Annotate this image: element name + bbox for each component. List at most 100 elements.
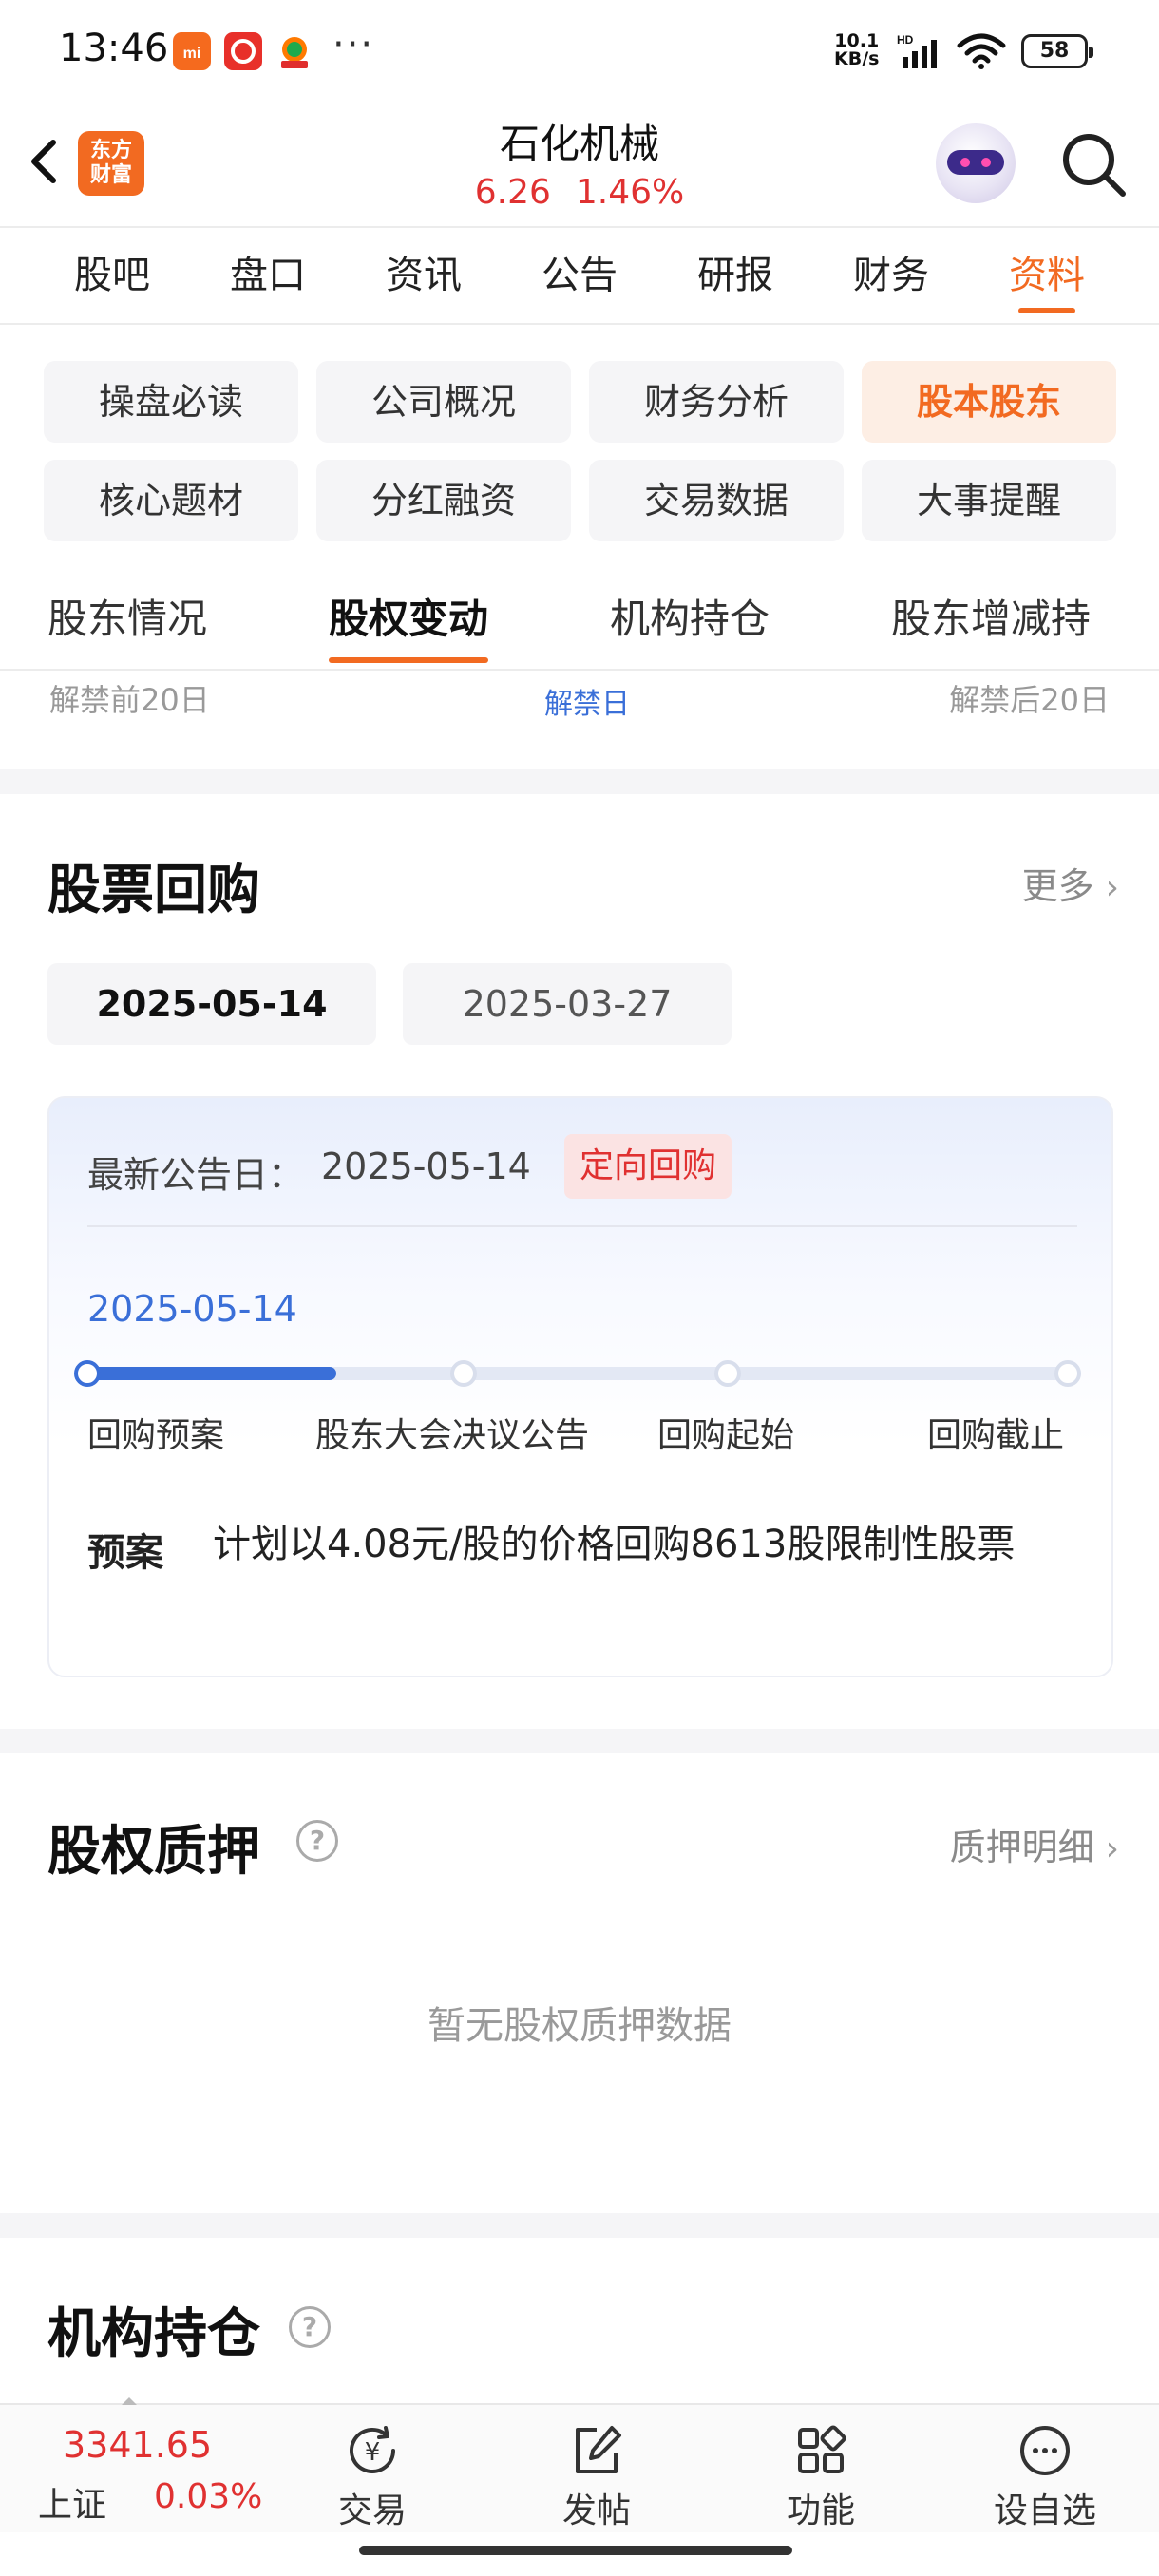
robot-eye-right (981, 158, 991, 167)
pledge-detail-link[interactable]: 质押明细 › (950, 1818, 1119, 1870)
progress-node-3 (714, 1360, 741, 1387)
section-tab-equity-change[interactable]: 股权变动 (329, 578, 489, 663)
network-type: HD (897, 34, 914, 47)
tab-guba[interactable]: 股吧 (34, 228, 190, 323)
signal-icon: HD (895, 33, 946, 76)
stock-header: 东方 财富 石化机械 6.26 1.46% (0, 104, 1159, 226)
assistant-robot-avatar[interactable] (936, 123, 1016, 203)
grid-icon (798, 2425, 846, 2473)
sub-tab-shareholders[interactable]: 股本股东 (862, 361, 1116, 443)
section-separator (0, 769, 1159, 794)
sub-tab-financial-analysis[interactable]: 财务分析 (589, 361, 844, 443)
nav-post[interactable]: 发帖 (521, 2405, 673, 2534)
progress-node-2 (450, 1360, 477, 1387)
home-indicator[interactable] (359, 2546, 792, 2555)
buyback-more-link[interactable]: 更多 › (1022, 857, 1119, 909)
progress-node-1 (74, 1360, 101, 1387)
help-icon[interactable]: ? (289, 2306, 331, 2348)
buyback-date-chip-active[interactable]: 2025-05-14 (48, 963, 376, 1045)
step-label-plan: 回购预案 (87, 1416, 225, 1455)
stock-price: 6.26 (474, 173, 551, 212)
step-label-start: 回购起始 (657, 1416, 795, 1455)
expand-caret-icon[interactable] (122, 2397, 137, 2405)
tab-pankou[interactable]: 盘口 (190, 228, 346, 323)
plan-label: 预案 (87, 1531, 163, 1575)
trade-icon: ¥ (350, 2426, 395, 2473)
buyback-type-badge: 定向回购 (564, 1134, 732, 1199)
edit-icon (576, 2426, 621, 2473)
tabs-divider (0, 323, 1159, 325)
section-tabs-divider (0, 669, 1159, 671)
58-app-icon (276, 32, 314, 70)
sub-tab-core-themes[interactable]: 核心题材 (44, 460, 298, 541)
section-tab-institutional-holdings[interactable]: 机构持仓 (610, 578, 770, 661)
chevron-right-icon: › (1105, 1829, 1119, 1868)
net-speed-unit: KB/s (834, 48, 880, 69)
nav-post-label: 发帖 (561, 2491, 631, 2530)
nav-add-watchlist-label: 设自选 (993, 2491, 1096, 2530)
pledge-empty-text: 暂无股权质押数据 (428, 2004, 732, 2048)
tab-news[interactable]: 资讯 (346, 228, 502, 323)
nav-trade[interactable]: ¥ 交易 (296, 2405, 448, 2534)
nav-functions[interactable]: 功能 (745, 2405, 897, 2534)
battery-indicator: 58 (1021, 34, 1093, 68)
status-bar: 13:46 mi ··· 10.1 KB/s HD 58 (0, 0, 1159, 104)
announce-label: 最新公告日： (87, 1154, 305, 1196)
nav-trade-label: 交易 (337, 2491, 407, 2530)
nav-functions-label: 功能 (786, 2491, 855, 2530)
buyback-date-chip[interactable]: 2025-03-27 (403, 963, 732, 1045)
progress-node-4 (1054, 1360, 1081, 1387)
unlock-axis: 解禁前20日 解禁日 解禁后20日 (0, 676, 1159, 724)
help-icon[interactable]: ? (296, 1820, 338, 1862)
institutional-title: 机构持仓 (48, 2303, 260, 2365)
nav-add-watchlist[interactable]: 设自选 (969, 2405, 1121, 2534)
section-tab-shareholder-info[interactable]: 股东情况 (48, 578, 207, 661)
sub-tab-major-events[interactable]: 大事提醒 (862, 460, 1116, 541)
tab-research[interactable]: 研报 (657, 228, 813, 323)
index-price: 3341.65 (63, 2424, 213, 2466)
sub-tab-company-overview[interactable]: 公司概况 (316, 361, 571, 443)
progress-fill (87, 1367, 336, 1380)
index-change: 0.03% (154, 2477, 263, 2516)
unlock-after-label: 解禁后20日 (949, 682, 1110, 718)
plan-text: 计划以4.08元/股的价格回购8613股限制性股票 (213, 1523, 1016, 1566)
xiaomi-app-icon: mi (173, 32, 211, 70)
buyback-title: 股票回购 (48, 860, 260, 921)
sub-tab-trading-data[interactable]: 交易数据 (589, 460, 844, 541)
section-separator (0, 2213, 1159, 2238)
section-tab-shareholder-trading[interactable]: 股东增减持 (891, 578, 1091, 661)
pledge-detail-label: 质押明细 (949, 1827, 1094, 1868)
step-label-shareholder-meeting: 股东大会决议公告 (315, 1416, 590, 1455)
index-name: 上证 (38, 2486, 107, 2525)
sub-tab-dividends-financing[interactable]: 分红融资 (316, 460, 571, 541)
card-divider (87, 1225, 1077, 1227)
robot-eye-left (960, 158, 970, 167)
tab-announcements[interactable]: 公告 (502, 228, 657, 323)
wifi-icon (956, 32, 1007, 74)
profile-sub-menu: 操盘必读 公司概况 财务分析 股本股东 核心题材 分红融资 交易数据 大事提醒 (44, 361, 1117, 541)
chevron-right-icon: › (1105, 868, 1119, 907)
svg-text:¥: ¥ (365, 2438, 381, 2467)
search-icon[interactable] (1056, 127, 1132, 203)
tab-profile[interactable]: 资料 (969, 228, 1125, 323)
robot-visor (947, 150, 1004, 175)
progress-date: 2025-05-14 (87, 1288, 297, 1330)
announce-date: 2025-05-14 (321, 1146, 531, 1187)
net-speed: 10.1 KB/s (834, 32, 879, 68)
buyback-card: 最新公告日： 2025-05-14 定向回购 2025-05-14 回购预案 股… (48, 1096, 1113, 1677)
step-label-end: 回购截止 (927, 1416, 1065, 1455)
section-tabs: 股东情况 股权变动 机构持仓 股东增减持 (0, 578, 1159, 669)
stock-change-pct: 1.46% (575, 173, 685, 212)
sub-tab-trading-guide[interactable]: 操盘必读 (44, 361, 298, 443)
more-circle-icon (1020, 2426, 1070, 2475)
pledge-title: 股权质押 (48, 1821, 260, 1883)
main-tabs: 股吧 盘口 资讯 公告 研报 财务 资料 (0, 228, 1159, 323)
section-separator (0, 1729, 1159, 1753)
progress-track (87, 1367, 1081, 1380)
news-app-icon (224, 32, 262, 70)
svg-text:mi: mi (183, 46, 201, 62)
more-notifications-icon: ··· (332, 23, 375, 66)
status-time: 13:46 (59, 27, 169, 70)
tab-finance[interactable]: 财务 (813, 228, 969, 323)
buyback-more-label: 更多 (1021, 865, 1094, 907)
